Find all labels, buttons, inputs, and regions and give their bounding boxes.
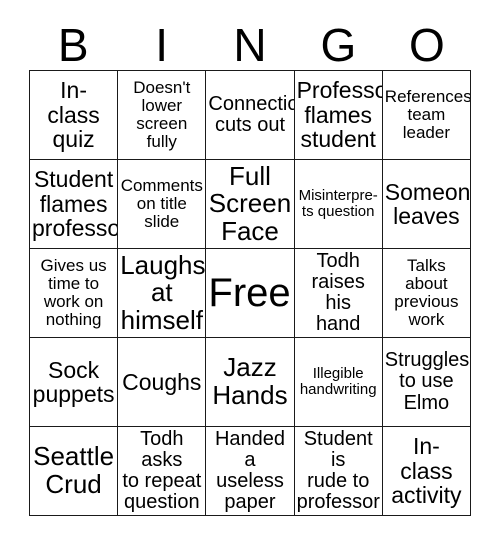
bingo-cell-label: Jazz Hands <box>212 352 288 410</box>
bingo-cell-label: Seattle Crud <box>33 441 115 499</box>
bingo-header-letter-o: O <box>408 19 445 71</box>
bingo-cell[interactable]: Full Screen Face <box>206 160 295 249</box>
bingo-cell[interactable]: Laughs at himself <box>118 249 207 338</box>
bingo-header-letter-b: B <box>57 19 89 71</box>
bingo-cell[interactable]: Illegible handwriting <box>294 338 383 427</box>
bingo-card: B I N G O In- class quiz Doesn't lower sc… <box>0 0 500 544</box>
bingo-cell-label: In- class activity <box>391 433 462 509</box>
bingo-free-space[interactable]: Free! <box>206 249 295 338</box>
bingo-cell[interactable]: Coughs <box>118 338 207 427</box>
bingo-cell[interactable]: Handed a useless paper <box>206 427 295 516</box>
bingo-cell[interactable]: Someone leaves <box>382 160 471 249</box>
bingo-cell-label: Connection cuts out <box>208 92 293 136</box>
bingo-cell-label: Professor flames student <box>296 77 382 153</box>
bingo-cell-label: Comments on title slide <box>120 175 203 231</box>
bingo-cell[interactable]: Professor flames student <box>294 71 383 160</box>
bingo-cell[interactable]: Gives us time to work on nothing <box>30 249 119 338</box>
bingo-cell-label: Talks about previous work <box>394 255 459 330</box>
bingo-cell[interactable]: Struggles to use Elmo <box>382 338 471 427</box>
bingo-cell-label: Todh raises his hand <box>311 249 365 336</box>
bingo-cell[interactable]: In- class quiz <box>30 71 119 160</box>
bingo-cell-label: Struggles to use Elmo <box>384 349 470 414</box>
bingo-cell-label: Someone leaves <box>384 178 471 229</box>
bingo-cell-label: Gives us time to work on nothing <box>40 255 107 330</box>
bingo-cell[interactable]: Comments on title slide <box>118 160 207 249</box>
bingo-cell-label: Illegible handwriting <box>299 365 377 398</box>
bingo-cell[interactable]: Doesn't lower screen fully <box>118 71 207 160</box>
bingo-cell-label: Sock puppets <box>32 356 115 407</box>
bingo-cell-label: Todh asks to repeat question <box>122 427 202 514</box>
bingo-header-letter-g: G <box>320 19 357 71</box>
bingo-cell-label: Handed a useless paper <box>214 427 286 514</box>
bingo-cell-label: Coughs <box>122 368 202 395</box>
bingo-cell-label: Student flames professor <box>32 166 117 242</box>
bingo-cell[interactable]: Todh raises his hand <box>294 249 383 338</box>
bingo-cell-label: References team leader <box>384 86 471 142</box>
bingo-free-space-label: Free! <box>208 270 295 315</box>
bingo-header-row: B I N G O <box>29 14 471 70</box>
bingo-cell-label: Doesn't lower screen fully <box>133 77 191 152</box>
bingo-cell-label: Full Screen Face <box>208 160 292 246</box>
bingo-grid: In- class quiz Doesn't lower screen fully… <box>29 70 471 516</box>
bingo-cell-label: Misinterpre- ts question <box>298 187 378 220</box>
bingo-cell[interactable]: Todh asks to repeat question <box>118 427 207 516</box>
bingo-cell[interactable]: Seattle Crud <box>30 427 119 516</box>
bingo-cell[interactable]: Talks about previous work <box>382 249 471 338</box>
bingo-cell-label: Laughs at himself <box>120 249 206 335</box>
bingo-cell[interactable]: Misinterpre- ts question <box>294 160 383 249</box>
bingo-cell-label: In- class quiz <box>47 77 100 153</box>
bingo-cell[interactable]: References team leader <box>382 71 471 160</box>
bingo-cell[interactable]: Jazz Hands <box>206 338 295 427</box>
bingo-cell[interactable]: Student is rude to professor <box>294 427 383 516</box>
bingo-cell[interactable]: In- class activity <box>382 427 471 516</box>
bingo-cell[interactable]: Connection cuts out <box>206 71 295 160</box>
bingo-cell-label: Student is rude to professor <box>296 427 380 514</box>
bingo-header-letter-i: I <box>155 19 168 71</box>
bingo-cell[interactable]: Student flames professor <box>30 160 119 249</box>
bingo-header-letter-n: N <box>233 19 267 71</box>
bingo-cell[interactable]: Sock puppets <box>30 338 119 427</box>
